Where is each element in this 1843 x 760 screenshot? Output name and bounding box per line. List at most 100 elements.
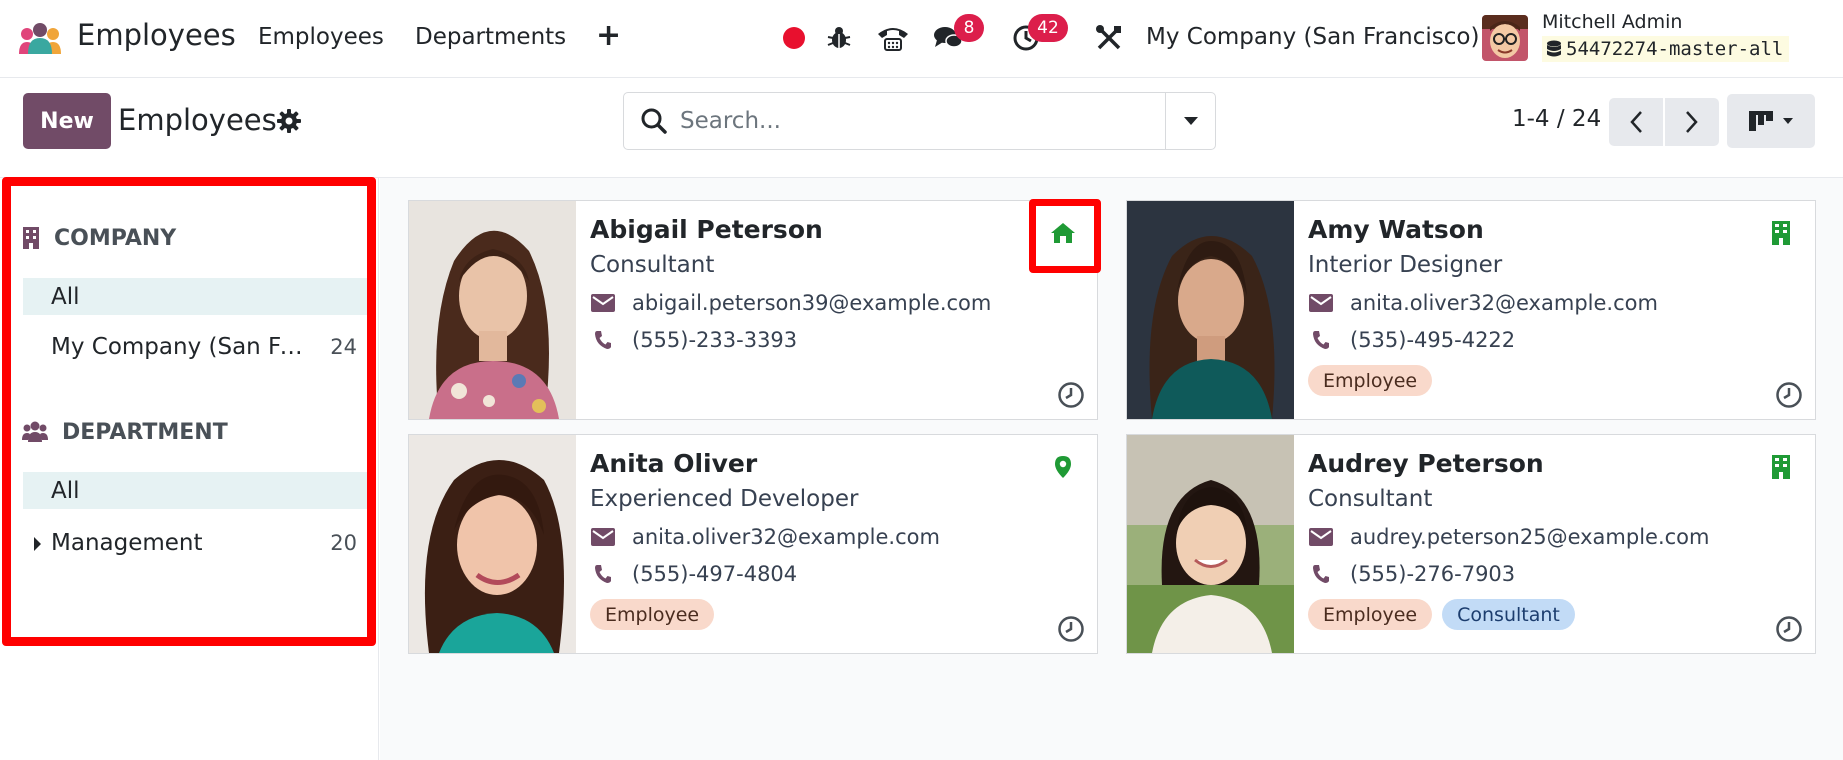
envelope-icon [590, 294, 616, 312]
database-name: 54472274-master-all [1566, 38, 1784, 60]
tag-consultant: Consultant [1442, 599, 1575, 630]
activity-clock-icon[interactable] [1775, 381, 1803, 409]
messages-badge: 8 [954, 14, 984, 42]
department-filter-all[interactable]: All [23, 472, 369, 509]
employee-photo [1127, 435, 1294, 653]
envelope-icon [590, 528, 616, 546]
facet-label: All [51, 477, 80, 504]
activity-clock-icon[interactable] [1057, 381, 1085, 409]
employees-app-icon[interactable] [17, 22, 63, 56]
company-section-title: COMPANY [54, 225, 177, 251]
employee-email[interactable]: abigail.peterson39@example.com [632, 291, 991, 315]
employee-photo [409, 435, 576, 653]
activities-badge: 42 [1028, 14, 1068, 42]
employee-job-title: Consultant [1308, 486, 1433, 512]
tag-employee: Employee [590, 599, 715, 630]
building-icon [23, 227, 39, 249]
breadcrumb: Employees [118, 103, 277, 137]
facet-count: 24 [330, 334, 357, 359]
envelope-icon [1308, 528, 1334, 546]
employee-card-anita-oliver[interactable]: Anita Oliver Experienced Developer anita… [408, 434, 1098, 654]
facet-count: 20 [330, 530, 357, 555]
building-icon [1767, 219, 1795, 247]
phone-icon [1308, 330, 1334, 350]
pager-previous-button[interactable] [1609, 98, 1663, 146]
employee-photo [409, 201, 576, 419]
add-menu-button[interactable]: + [596, 18, 621, 53]
company-filter-all[interactable]: All [23, 278, 369, 315]
users-icon [22, 421, 48, 442]
pager-value[interactable]: 1-4 / 24 [1512, 106, 1601, 132]
employee-phone[interactable]: (535)-495-4222 [1350, 328, 1515, 352]
facet-label: My Company (San Francisco) [51, 333, 311, 360]
menu-departments[interactable]: Departments [415, 24, 566, 50]
employee-phone-row: (555)-276-7903 [1308, 562, 1515, 586]
employee-email[interactable]: anita.oliver32@example.com [632, 525, 940, 549]
employee-phone[interactable]: (555)-276-7903 [1350, 562, 1515, 586]
activity-clock-icon[interactable]: 42 [1010, 14, 1068, 54]
chevron-right-icon [1686, 111, 1698, 133]
record-icon[interactable] [778, 22, 810, 54]
employee-phone[interactable]: (555)-233-3393 [632, 328, 797, 352]
app-name[interactable]: Employees [77, 18, 236, 52]
employee-email-row: anita.oliver32@example.com [1308, 291, 1658, 315]
employee-tags: Employee [590, 599, 715, 630]
new-button[interactable]: New [23, 93, 111, 149]
map-marker-icon [1049, 453, 1077, 481]
employee-card-audrey-peterson[interactable]: Audrey Peterson Consultant audrey.peters… [1126, 434, 1816, 654]
employee-name: Anita Oliver [590, 449, 758, 478]
employee-phone-row: (555)-497-4804 [590, 562, 797, 586]
kanban-view-icon [1749, 111, 1773, 131]
employee-name: Abigail Peterson [590, 215, 823, 244]
employee-name: Amy Watson [1308, 215, 1484, 244]
phone-icon[interactable] [874, 22, 912, 54]
employee-card-amy-watson[interactable]: Amy Watson Interior Designer anita.olive… [1126, 200, 1816, 420]
employee-tags: Employee [1308, 365, 1433, 396]
employee-job-title: Interior Designer [1308, 252, 1503, 278]
user-avatar[interactable] [1482, 15, 1528, 61]
facet-label: Management [51, 529, 203, 556]
employee-email-row: abigail.peterson39@example.com [590, 291, 991, 315]
employee-tags: Employee Consultant [1308, 599, 1575, 630]
phone-icon [590, 330, 616, 350]
company-filter-my-company[interactable]: My Company (San Francisco) 24 [23, 328, 369, 365]
menu-employees[interactable]: Employees [258, 24, 384, 50]
view-switcher-button[interactable] [1727, 94, 1815, 148]
gear-icon[interactable] [276, 108, 302, 134]
search-input[interactable] [680, 101, 1140, 141]
envelope-icon [1308, 294, 1334, 312]
database-icon [1547, 40, 1561, 57]
activity-clock-icon[interactable] [1775, 615, 1803, 643]
employee-email-row: anita.oliver32@example.com [590, 525, 940, 549]
top-navbar: Employees Employees Departments + 8 42 M… [0, 0, 1843, 78]
employee-job-title: Consultant [590, 252, 715, 278]
database-tag: 54472274-master-all [1542, 36, 1790, 62]
activity-clock-icon[interactable] [1057, 615, 1085, 643]
caret-right-icon[interactable] [34, 537, 41, 551]
search-options-toggle[interactable] [1165, 93, 1215, 149]
department-filter-management[interactable]: Management 20 [23, 524, 369, 561]
department-section-header: DEPARTMENT [22, 417, 228, 447]
employee-card-abigail-peterson[interactable]: Abigail Peterson Consultant abigail.pete… [408, 200, 1098, 420]
employee-email[interactable]: anita.oliver32@example.com [1350, 291, 1658, 315]
messages-icon[interactable]: 8 [932, 14, 984, 54]
building-icon [1767, 453, 1795, 481]
employee-phone-row: (535)-495-4222 [1308, 328, 1515, 352]
employee-phone[interactable]: (555)-497-4804 [632, 562, 797, 586]
search-panel [0, 178, 379, 760]
chevron-left-icon [1630, 111, 1642, 133]
caret-down-icon [1183, 117, 1198, 125]
company-switcher[interactable]: My Company (San Francisco) [1146, 24, 1479, 50]
employee-photo [1127, 201, 1294, 419]
employee-name: Audrey Peterson [1308, 449, 1544, 478]
department-section-title: DEPARTMENT [62, 419, 228, 445]
bug-icon[interactable] [823, 22, 855, 54]
employee-phone-row: (555)-233-3393 [590, 328, 797, 352]
employee-email[interactable]: audrey.peterson25@example.com [1350, 525, 1709, 549]
facet-label: All [51, 283, 80, 310]
user-name[interactable]: Mitchell Admin [1542, 11, 1682, 33]
pager-next-button[interactable] [1665, 98, 1719, 146]
phone-icon [1308, 564, 1334, 584]
tools-icon[interactable] [1093, 22, 1125, 54]
tag-employee: Employee [1308, 365, 1433, 396]
